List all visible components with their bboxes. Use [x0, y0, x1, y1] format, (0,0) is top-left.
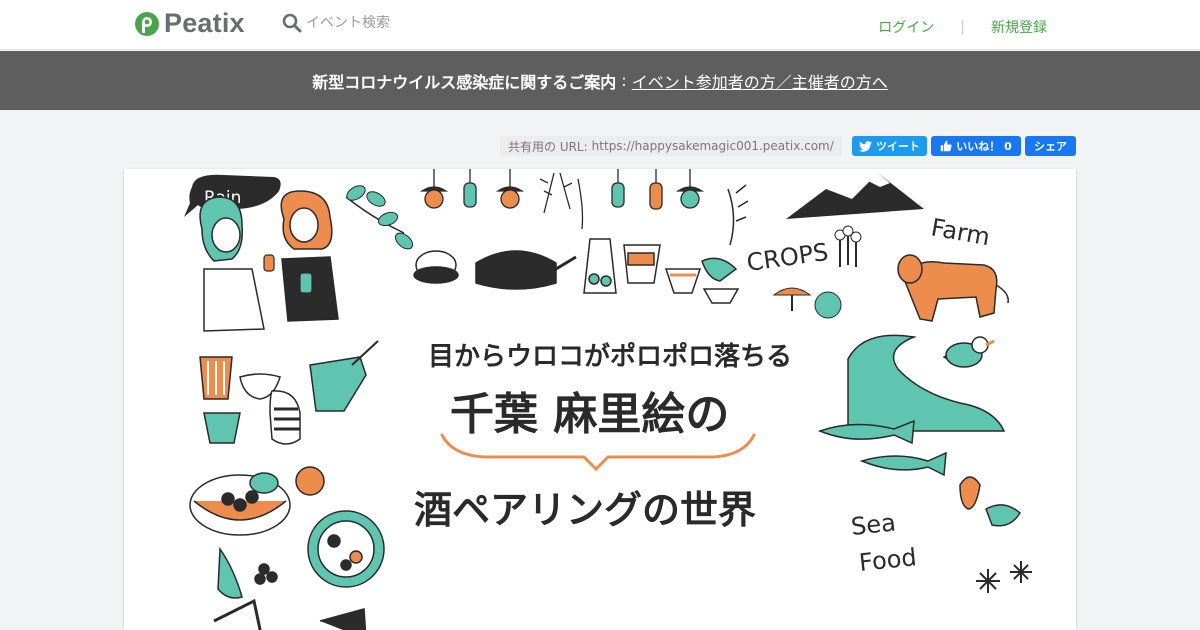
sea-wave-and-fish — [817, 334, 1032, 593]
facebook-like-button[interactable]: いいね！ 0 — [931, 136, 1021, 156]
share-url-label: 共有用の URL: — [508, 139, 588, 154]
header-nav: ログイン | 新規登録 — [878, 17, 1047, 37]
tweet-button[interactable]: ツイート — [852, 136, 927, 156]
food-basket-and-plate — [189, 466, 385, 630]
crops-and-mountain: CROPS — [727, 173, 924, 319]
bird-illustration — [945, 336, 995, 368]
tweet-label: ツイート — [876, 140, 920, 153]
event-cover-card: Rain — [124, 169, 1076, 630]
nav-separator: | — [960, 19, 965, 35]
farm-cow-illustration: Farm — [897, 213, 1009, 322]
women-illustration — [199, 190, 339, 332]
notice-title: 新型コロナウイルス感染症に関するご案内 — [312, 72, 617, 92]
cover-title: 目からウロコがポロポロ落ちる 千葉 麻里絵の 酒ペアリングの世界 — [414, 341, 792, 532]
sea-food-label: Sea Food — [850, 508, 918, 577]
peatix-logo[interactable]: Peatix — [134, 8, 245, 39]
logo-text: Peatix — [164, 8, 245, 38]
cover-title-line2: 千葉 麻里絵の — [450, 389, 729, 440]
leaf-sprigs — [345, 185, 414, 250]
facebook-share-button[interactable]: シェア — [1025, 136, 1076, 156]
like-label: いいね！ 0 — [956, 140, 1012, 153]
share-url-box: 共有用の URL: https://happysakemagic001.peat… — [500, 136, 842, 156]
thumbs-up-icon — [941, 140, 952, 152]
event-cover-illustration: Rain — [184, 169, 1032, 630]
cover-title-line3: 酒ペアリングの世界 — [414, 488, 756, 532]
search-icon[interactable] — [282, 13, 302, 33]
hanging-lamps — [419, 169, 705, 230]
login-link[interactable]: ログイン — [878, 17, 934, 37]
tag-food: Food — [858, 543, 918, 577]
covid-notice-bar: 新型コロナウイルス感染症に関するご案内 : イベント参加者の方／主催者の方へ — [0, 51, 1200, 110]
twitter-bird-icon — [859, 140, 872, 152]
share-url-value[interactable]: https://happysakemagic001.peatix.com/ — [592, 139, 834, 153]
notice-colon: : — [621, 71, 627, 90]
teapots-and-sake-vessels — [413, 238, 740, 304]
notice-link[interactable]: イベント参加者の方／主催者の方へ — [632, 69, 888, 93]
tag-farm: Farm — [929, 213, 992, 251]
cover-title-line1: 目からウロコがポロポロ落ちる — [428, 341, 792, 372]
site-header: Peatix ログイン | 新規登録 — [0, 0, 1200, 50]
peatix-logo-icon — [135, 11, 159, 36]
search-input[interactable] — [306, 15, 476, 31]
share-label: シェア — [1034, 140, 1067, 153]
search-box[interactable] — [282, 13, 476, 33]
tag-sea: Sea — [850, 508, 897, 541]
pottery-left — [199, 340, 379, 445]
signup-link[interactable]: 新規登録 — [991, 17, 1047, 37]
tag-crops: CROPS — [745, 238, 830, 277]
